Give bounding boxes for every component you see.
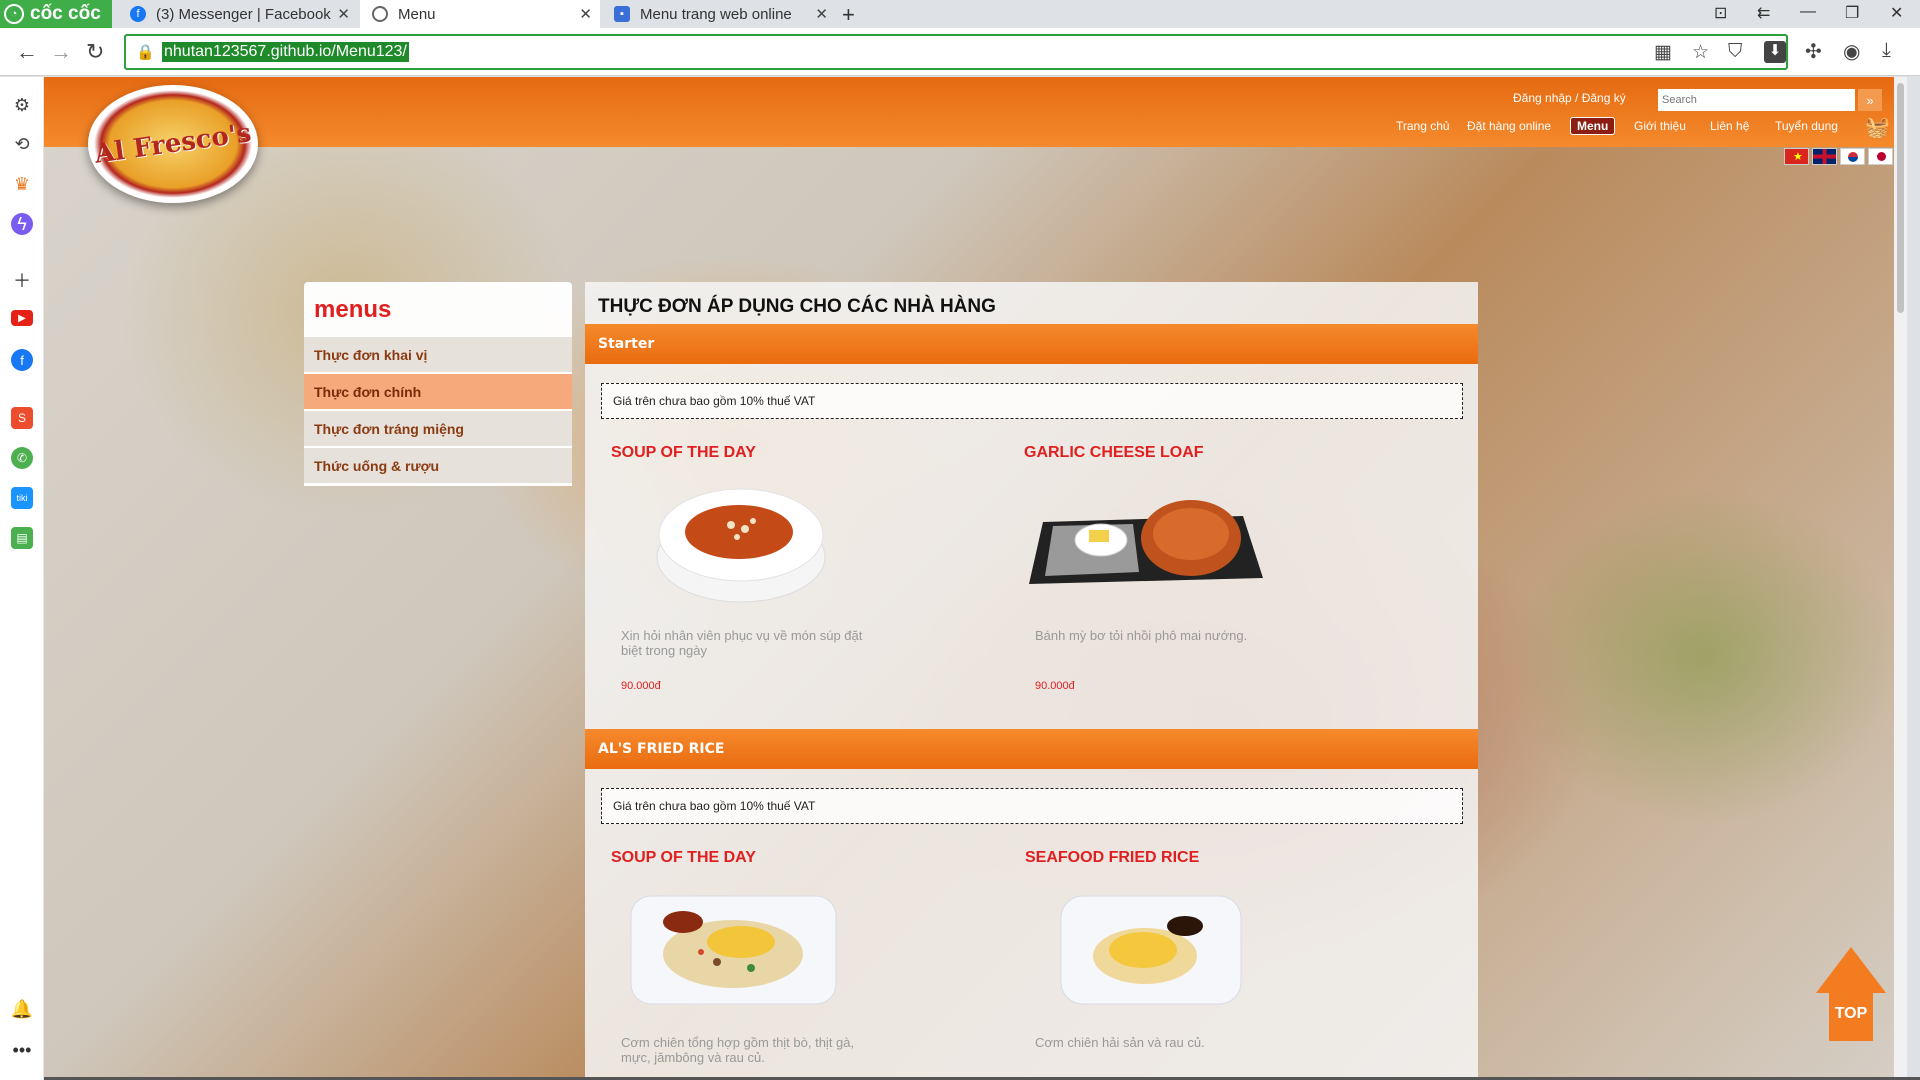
- item-price: 90.000đ: [1035, 680, 1075, 692]
- lock-icon[interactable]: 🔒: [136, 43, 155, 61]
- uk-flag-icon[interactable]: [1812, 148, 1837, 165]
- item-price: 90.000đ: [621, 680, 661, 692]
- login-register-link[interactable]: Đăng nhập / Đăng ký: [1513, 91, 1626, 105]
- reload-icon[interactable]: ↻: [86, 39, 104, 65]
- japan-flag-icon[interactable]: [1868, 148, 1893, 165]
- browser-toolbar: ← → ↻ 🔒 nhutan123567.github.io/Menu123/ …: [0, 28, 1920, 76]
- sites-icon: ▪: [614, 6, 630, 22]
- logo-text: Al Fresco's: [92, 118, 254, 170]
- item-description: Cơm chiên tổng hợp gồm thịt bò, thịt gà,…: [621, 1035, 855, 1065]
- chat-icon[interactable]: ✆: [11, 447, 33, 469]
- nav-menu[interactable]: Menu: [1570, 117, 1616, 135]
- browser-sidebar: ⚙ ⟲ ♛ ϟ ＋ ▶ f S ✆ tiki ▤ 🔔 •••: [0, 77, 44, 1080]
- coccoc-logo-icon: ◔: [4, 4, 24, 24]
- tab-title: (3) Messenger | Facebook: [156, 5, 331, 23]
- vat-note: Giá trên chưa bao gồm 10% thuế VAT: [601, 788, 1463, 824]
- url-text[interactable]: nhutan123567.github.io/Menu123/: [162, 42, 409, 62]
- menu-item-starters[interactable]: Thực đơn khai vị: [304, 336, 572, 372]
- tab-title: Menu: [398, 5, 436, 23]
- facebook-icon: f: [130, 6, 146, 22]
- new-tab-button[interactable]: +: [842, 2, 855, 28]
- back-icon[interactable]: ←: [16, 39, 38, 65]
- notification-bell-icon[interactable]: 🔔: [11, 998, 33, 1020]
- shopee-icon[interactable]: S: [11, 407, 33, 429]
- section-header-fried-rice: AL'S FRIED RICE: [585, 729, 1478, 769]
- close-tab-icon[interactable]: ✕: [579, 5, 592, 23]
- browser-tab-bar: ◔ cốc cốc f (3) Messenger | Facebook ✕ M…: [0, 0, 1920, 28]
- item-title: SOUP OF THE DAY: [611, 849, 756, 866]
- add-sidebar-icon[interactable]: ＋: [11, 269, 33, 291]
- back-to-top-button[interactable]: TOP: [1816, 947, 1886, 1041]
- nav-careers[interactable]: Tuyển dụng: [1775, 119, 1838, 133]
- page-viewport: Al Fresco's Đăng nhập / Đăng ký » Trang …: [44, 77, 1907, 1078]
- page-scrollbar[interactable]: [1894, 77, 1907, 1078]
- item-title: SEAFOOD FRIED RICE: [1025, 849, 1200, 866]
- fried-rice-image: [630, 895, 837, 1005]
- item-title: SOUP OF THE DAY: [611, 444, 756, 461]
- search-submit-icon[interactable]: »: [1858, 89, 1882, 111]
- address-bar[interactable]: 🔒 nhutan123567.github.io/Menu123/ ▦ ☆ ⛉ …: [124, 34, 1788, 70]
- tab-title: Menu trang web online: [640, 5, 792, 23]
- menu-panel-title: menus: [314, 296, 392, 323]
- forward-icon[interactable]: →: [50, 39, 72, 65]
- garlic-cheese-loaf-image: [1029, 500, 1263, 584]
- facebook-sidebar-icon[interactable]: f: [11, 349, 33, 371]
- tab-search-icon[interactable]: ⊡: [1714, 3, 1727, 23]
- seafood-fried-rice-image: [1060, 895, 1242, 1005]
- browser-brand-label: cốc cốc: [30, 3, 101, 24]
- close-tab-icon[interactable]: ✕: [815, 5, 828, 23]
- globe-icon: [372, 6, 388, 22]
- vietnam-flag-icon[interactable]: ★: [1784, 148, 1809, 165]
- extensions-icon[interactable]: ✣: [1805, 39, 1822, 64]
- download-video-icon[interactable]: ⬇: [1764, 41, 1786, 63]
- tab-menu-online[interactable]: ▪ Menu trang web online ✕: [602, 0, 836, 28]
- shield-icon[interactable]: ⛉: [1728, 41, 1742, 63]
- up-arrow-icon: [1816, 947, 1886, 993]
- tiki-icon[interactable]: tiki: [11, 487, 33, 509]
- crown-icon[interactable]: ♛: [11, 173, 33, 195]
- site-header: Al Fresco's Đăng nhập / Đăng ký » Trang …: [44, 77, 1894, 203]
- soup-image: [656, 488, 826, 603]
- downloads-icon[interactable]: ⤓: [1882, 39, 1891, 62]
- close-tab-icon[interactable]: ✕: [337, 5, 350, 23]
- more-options-icon[interactable]: •••: [11, 1039, 33, 1061]
- maximize-button[interactable]: ❐: [1845, 3, 1859, 23]
- qr-code-icon[interactable]: ▦: [1654, 41, 1672, 64]
- minimize-button[interactable]: —: [1800, 3, 1816, 21]
- item-description: Xin hỏi nhân viên phục vụ về món súp đặt…: [621, 628, 863, 658]
- profile-icon[interactable]: ◉: [1843, 39, 1860, 64]
- item-description: Bánh mỳ bơ tỏi nhồi phô mai nướng.: [1035, 628, 1248, 643]
- item-title: GARLIC CHEESE LOAF: [1024, 444, 1204, 461]
- tab-messenger[interactable]: f (3) Messenger | Facebook ✕: [118, 0, 358, 28]
- youtube-icon[interactable]: ▶: [11, 310, 33, 326]
- bookmark-star-icon[interactable]: ☆: [1692, 41, 1709, 64]
- nav-contact[interactable]: Liên hệ: [1710, 119, 1749, 133]
- nav-order-online[interactable]: Đặt hàng online: [1467, 119, 1551, 133]
- section-header-starter: Starter: [585, 324, 1478, 364]
- messenger-icon[interactable]: ϟ: [11, 213, 33, 235]
- nav-about[interactable]: Giới thiệu: [1634, 119, 1686, 133]
- menu-item-drinks[interactable]: Thức uống & rượu: [304, 447, 572, 483]
- tab-menu[interactable]: Menu ✕: [360, 0, 600, 28]
- coccoc-menu-button[interactable]: ◔ cốc cốc: [0, 0, 112, 28]
- alfrescos-logo[interactable]: Al Fresco's: [88, 85, 258, 203]
- settings-gear-icon[interactable]: ⚙: [11, 94, 33, 116]
- close-window-button[interactable]: ✕: [1890, 3, 1903, 23]
- page-title: THỰC ĐƠN ÁP DỤNG CHO CÁC NHÀ HÀNG: [598, 296, 996, 317]
- item-description: Cơm chiên hải sản và rau củ.: [1035, 1035, 1205, 1050]
- history-clock-icon[interactable]: ⟲: [11, 133, 33, 155]
- history-icon[interactable]: ⇇: [1757, 3, 1770, 23]
- menu-item-desserts[interactable]: Thực đơn tráng miệng: [304, 410, 572, 446]
- menu-content-panel: THỰC ĐƠN ÁP DỤNG CHO CÁC NHÀ HÀNG Starte…: [585, 282, 1478, 1078]
- korea-flag-icon[interactable]: [1840, 148, 1865, 165]
- shopping-basket-icon[interactable]: 🧺: [1865, 115, 1890, 140]
- nav-home[interactable]: Trang chủ: [1396, 119, 1450, 133]
- top-button-label: TOP: [1834, 1005, 1868, 1022]
- menu-item-main-course[interactable]: Thực đơn chính: [304, 373, 572, 409]
- scroll-thumb[interactable]: [1897, 83, 1904, 313]
- menu-categories-panel: menus Thực đơn khai vị Thực đơn chính Th…: [304, 282, 572, 486]
- vat-note: Giá trên chưa bao gồm 10% thuế VAT: [601, 383, 1463, 419]
- spreadsheet-icon[interactable]: ▤: [11, 527, 33, 549]
- search-input[interactable]: [1658, 89, 1855, 111]
